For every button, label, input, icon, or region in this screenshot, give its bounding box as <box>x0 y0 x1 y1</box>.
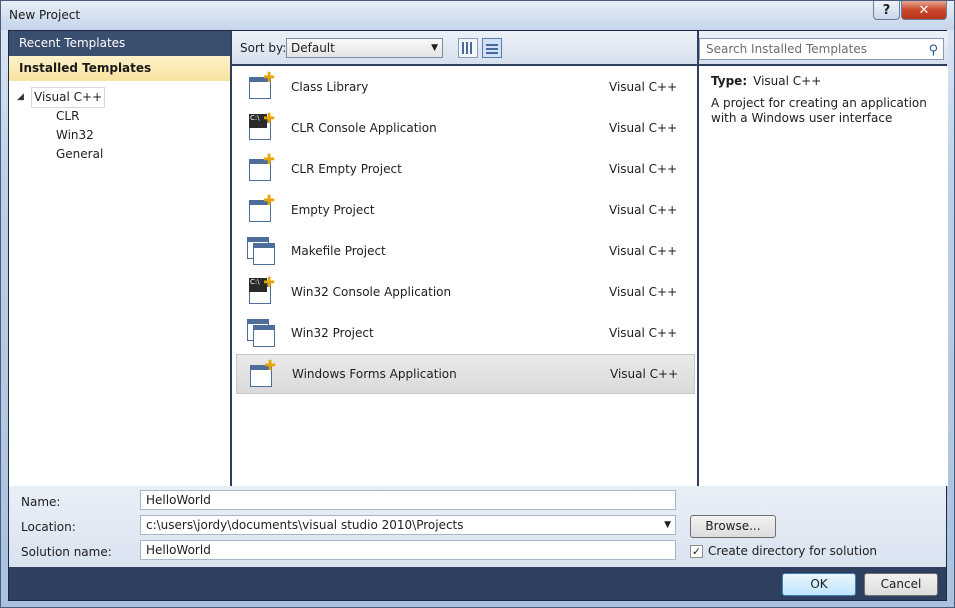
installed-templates-item[interactable]: Installed Templates <box>9 56 230 81</box>
template-name: Win32 Project <box>291 326 374 340</box>
forms-app-icon: ✚ <box>248 359 276 389</box>
template-tree: ◢ Visual C++ CLR Win32 General <box>9 81 230 164</box>
search-icon[interactable]: ⚲ <box>928 41 938 61</box>
template-list: ✚ Class Library Visual C++ C:\ ✚ CLR Cons… <box>232 66 697 486</box>
sort-dropdown[interactable]: Default ▼ <box>286 38 443 58</box>
tree-item-general[interactable]: General <box>9 145 230 164</box>
new-project-dialog: New Project ? ✕ Recent Templates Install… <box>0 0 955 608</box>
browse-button[interactable]: Browse... <box>690 515 776 538</box>
dropdown-arrow-icon: ▼ <box>431 43 438 53</box>
tree-item-clr[interactable]: CLR <box>9 107 230 126</box>
help-button[interactable]: ? <box>873 1 900 20</box>
create-directory-checkbox[interactable]: ✓ <box>690 544 703 558</box>
close-button[interactable]: ✕ <box>901 1 947 20</box>
template-row-makefile[interactable]: Makefile Project Visual C++ <box>236 231 695 271</box>
template-language: Visual C++ <box>609 121 678 135</box>
sort-value: Default <box>291 41 335 55</box>
template-language: Visual C++ <box>609 203 678 217</box>
project-form: Name: HelloWorld Location: c:\users\jord… <box>9 486 946 567</box>
type-line: Type: Visual C++ <box>711 74 936 88</box>
empty-project-icon: ✚ <box>247 194 275 224</box>
makefile-icon <box>247 235 275 265</box>
template-name: Win32 Console Application <box>291 285 452 299</box>
sort-toolbar: Sort by: Default ▼ <box>232 31 697 64</box>
solution-name-input[interactable]: HelloWorld <box>140 540 676 560</box>
solution-name-label: Solution name: <box>21 545 112 559</box>
location-value: c:\users\jordy\documents\visual studio 2… <box>146 518 464 532</box>
search-input[interactable]: Search Installed Templates ⚲ <box>699 38 944 60</box>
ok-button[interactable]: OK <box>782 573 856 596</box>
expand-arrow-icon[interactable]: ◢ <box>17 88 31 107</box>
tree-item-visual-cpp[interactable]: ◢ Visual C++ <box>9 87 230 108</box>
template-name: Class Library <box>291 80 369 94</box>
location-label: Location: <box>21 520 76 534</box>
name-label: Name: <box>21 495 61 509</box>
template-language: Visual C++ <box>609 80 678 94</box>
sort-label: Sort by: <box>240 41 287 55</box>
template-description: A project for creating an application wi… <box>711 96 927 125</box>
template-row-clr-console[interactable]: C:\ ✚ CLR Console Application Visual C++ <box>236 108 695 148</box>
create-directory-label: Create directory for solution <box>708 544 878 558</box>
class-library-icon: ✚ <box>247 71 275 101</box>
template-name: CLR Console Application <box>291 121 437 135</box>
title-bar[interactable]: New Project ? ✕ <box>1 1 954 30</box>
window-title: New Project <box>9 8 81 22</box>
name-input[interactable]: HelloWorld <box>140 490 676 510</box>
empty-project-icon: ✚ <box>247 153 275 183</box>
template-details: Type: Visual C++ A project for creating a… <box>699 66 948 486</box>
template-language: Visual C++ <box>610 367 679 381</box>
dropdown-arrow-icon[interactable]: ▼ <box>664 516 671 534</box>
list-view-button[interactable] <box>482 38 502 58</box>
console-app-icon: C:\ ✚ <box>247 112 275 142</box>
template-nav: Recent Templates Installed Templates ◢ V… <box>9 31 230 486</box>
template-row-clr-empty[interactable]: ✚ CLR Empty Project Visual C++ <box>236 149 695 189</box>
list-view-icon <box>486 42 498 54</box>
cancel-button[interactable]: Cancel <box>864 573 938 596</box>
name-value: HelloWorld <box>146 493 211 507</box>
solution-name-value: HelloWorld <box>146 543 211 557</box>
type-value: Visual C++ <box>753 74 822 88</box>
tree-item-win32[interactable]: Win32 <box>9 126 230 145</box>
console-app-icon: C:\ ✚ <box>247 276 275 306</box>
search-placeholder: Search Installed Templates <box>706 42 867 56</box>
type-label: Type: <box>711 74 748 88</box>
template-language: Visual C++ <box>609 244 678 258</box>
template-name: CLR Empty Project <box>291 162 402 176</box>
dialog-buttons: OK Cancel <box>9 567 946 600</box>
medium-icons-view-button[interactable] <box>458 38 478 58</box>
template-language: Visual C++ <box>609 162 678 176</box>
template-row-class-library[interactable]: ✚ Class Library Visual C++ <box>236 67 695 107</box>
template-name: Makefile Project <box>291 244 386 258</box>
create-directory-option[interactable]: ✓ Create directory for solution <box>690 544 877 558</box>
grid-view-icon <box>462 42 474 54</box>
template-row-windows-forms[interactable]: ✚ Windows Forms Application Visual C++ <box>236 354 695 394</box>
template-row-empty-project[interactable]: ✚ Empty Project Visual C++ <box>236 190 695 230</box>
win32-project-icon <box>247 317 275 347</box>
location-combobox[interactable]: c:\users\jordy\documents\visual studio 2… <box>140 515 676 535</box>
template-name: Windows Forms Application <box>292 367 457 381</box>
tree-item-label: Visual C++ <box>31 87 106 108</box>
dialog-client: Recent Templates Installed Templates ◢ V… <box>8 30 948 601</box>
template-name: Empty Project <box>291 203 375 217</box>
template-row-win32-project[interactable]: Win32 Project Visual C++ <box>236 313 695 353</box>
recent-templates-item[interactable]: Recent Templates <box>9 31 230 56</box>
template-language: Visual C++ <box>609 285 678 299</box>
template-language: Visual C++ <box>609 326 678 340</box>
template-row-win32-console[interactable]: C:\ ✚ Win32 Console Application Visual C+… <box>236 272 695 312</box>
